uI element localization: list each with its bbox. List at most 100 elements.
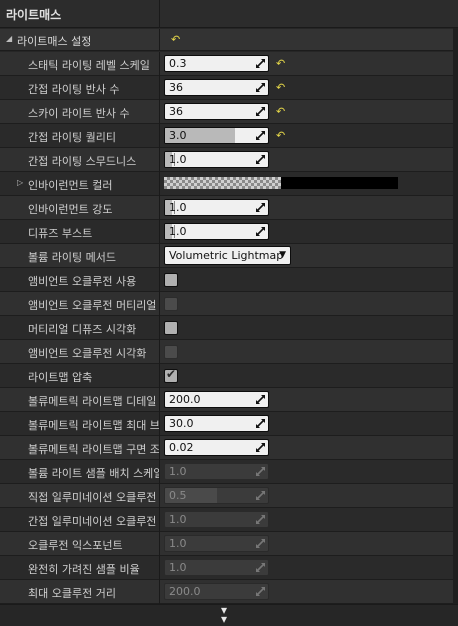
column-divider[interactable]: [159, 196, 160, 220]
drag-arrows-icon: [255, 418, 266, 429]
column-divider[interactable]: [159, 556, 160, 580]
column-divider[interactable]: [159, 484, 160, 508]
property-row: 앰비언트 오클루전 사용: [0, 268, 458, 292]
property-label: 볼류메트릭 라이트맵 구면 조화 스무딩: [28, 443, 159, 456]
drag-arrows-icon: [255, 586, 266, 597]
scrollbar-track[interactable]: [453, 28, 458, 604]
input-value: 1.0: [169, 225, 187, 238]
column-divider[interactable]: [159, 364, 160, 388]
drag-arrows-icon: [255, 490, 266, 501]
checkbox[interactable]: [164, 273, 178, 287]
expand-down-icon[interactable]: ▾ ▾: [221, 604, 227, 625]
property-label: 간접 라이팅 반사 수: [28, 83, 120, 96]
advanced-expander[interactable]: ▾ ▾: [0, 604, 458, 625]
column-divider[interactable]: [159, 76, 160, 100]
input-value: 36: [169, 81, 183, 94]
input-value: 0.5: [169, 489, 187, 502]
property-row: 앰비언트 오클루전 시각화: [0, 340, 458, 364]
column-divider[interactable]: [159, 532, 160, 556]
property-row: 볼륨 라이트 샘플 배치 스케일 1.0: [0, 460, 458, 484]
slider-input[interactable]: 1.0: [164, 151, 269, 168]
checkbox[interactable]: [164, 321, 178, 335]
number-input[interactable]: 200.0: [164, 391, 269, 408]
drag-arrows-icon: [255, 154, 266, 165]
slider-input[interactable]: 1.0: [164, 223, 269, 240]
property-row: 인바이런먼트 강도 1.0: [0, 196, 458, 220]
input-value: 1.0: [169, 537, 187, 550]
input-value: 200.0: [169, 585, 201, 598]
property-row: 간접 라이팅 스무드니스 1.0: [0, 148, 458, 172]
drag-arrows-icon: [255, 202, 266, 213]
column-divider[interactable]: [159, 124, 160, 148]
column-divider[interactable]: [159, 148, 160, 172]
drag-arrows-icon: [255, 82, 266, 93]
property-label: 완전히 가려진 샘플 비율: [28, 563, 140, 576]
property-label: 최대 오클루전 거리: [28, 587, 116, 600]
property-label: 앰비언트 오클루전 사용: [28, 275, 137, 288]
reset-arrow-icon[interactable]: ↶: [276, 81, 285, 94]
column-divider[interactable]: [159, 268, 160, 292]
checkbox: [164, 345, 178, 359]
section-header[interactable]: ◢ 라이트매스 설정 ↶: [0, 29, 458, 51]
input-value: 36: [169, 105, 183, 118]
column-divider[interactable]: [159, 508, 160, 532]
slider-input[interactable]: 3.0: [164, 127, 269, 144]
input-value: 3.0: [169, 129, 187, 142]
property-row: 볼류메트릭 라이트맵 최대 브릭 메모리 30.0: [0, 412, 458, 436]
number-input[interactable]: 0.3: [164, 55, 269, 72]
reset-arrow-icon[interactable]: ↶: [171, 33, 180, 46]
column-divider[interactable]: [159, 220, 160, 244]
reset-arrow-icon[interactable]: ↶: [276, 57, 285, 70]
number-input: 1.0: [164, 511, 269, 528]
property-label: 오클루전 익스포넌트: [28, 539, 123, 552]
property-row: 라이트맵 압축 ✔: [0, 364, 458, 388]
slider-input[interactable]: 1.0: [164, 199, 269, 216]
collapse-arrow-icon[interactable]: ◢: [6, 34, 12, 43]
column-divider[interactable]: [159, 340, 160, 364]
chevron-down-icon: ▼: [279, 250, 286, 260]
checkbox[interactable]: ✔: [164, 367, 178, 383]
column-divider[interactable]: [159, 0, 160, 28]
property-label: 간접 일루미네이션 오클루전 비율: [28, 515, 159, 528]
number-input[interactable]: 36: [164, 79, 269, 96]
column-divider[interactable]: [159, 436, 160, 460]
category-header[interactable]: 라이트매스: [0, 0, 458, 28]
column-divider[interactable]: [159, 412, 160, 436]
dropdown-value: Volumetric Lightmap: [169, 249, 284, 262]
input-value: 30.0: [169, 417, 194, 430]
method-dropdown[interactable]: Volumetric Lightmap ▼: [164, 246, 291, 265]
color-swatch[interactable]: [164, 177, 398, 189]
column-divider[interactable]: [159, 388, 160, 412]
column-divider[interactable]: [159, 244, 160, 268]
number-input[interactable]: 0.02: [164, 439, 269, 456]
number-input: 200.0: [164, 583, 269, 600]
column-divider[interactable]: [159, 52, 160, 76]
drag-arrows-icon: [255, 106, 266, 117]
column-divider[interactable]: [159, 29, 160, 51]
column-divider[interactable]: [159, 316, 160, 340]
input-value: 1.0: [169, 561, 187, 574]
expand-arrow-icon[interactable]: ▷: [17, 178, 23, 187]
column-divider[interactable]: [159, 580, 160, 604]
property-row: 간접 라이팅 퀄리티 3.0 ↶: [0, 124, 458, 148]
checkmark-icon: ✔: [166, 367, 177, 381]
column-divider[interactable]: [159, 172, 160, 196]
number-input: 1.0: [164, 463, 269, 480]
reset-arrow-icon[interactable]: ↶: [276, 105, 285, 118]
property-row: 디퓨즈 부스트 1.0: [0, 220, 458, 244]
drag-arrows-icon: [255, 130, 266, 141]
property-row: 스카이 라이트 반사 수 36 ↶: [0, 100, 458, 124]
number-input[interactable]: 36: [164, 103, 269, 120]
property-row: 직접 일루미네이션 오클루전 비율 0.5: [0, 484, 458, 508]
number-input[interactable]: 30.0: [164, 415, 269, 432]
number-input: 1.0: [164, 535, 269, 552]
column-divider[interactable]: [159, 100, 160, 124]
reset-arrow-icon[interactable]: ↶: [276, 129, 285, 142]
column-divider[interactable]: [159, 292, 160, 316]
drag-arrows-icon: [255, 466, 266, 477]
property-row: 볼륨 라이팅 메서드 Volumetric Lightmap ▼: [0, 244, 458, 268]
property-label: 간접 라이팅 스무드니스: [28, 155, 137, 168]
property-label: 스태틱 라이팅 레벨 스케일: [28, 59, 150, 72]
alpha-checker: [164, 177, 281, 189]
column-divider[interactable]: [159, 460, 160, 484]
